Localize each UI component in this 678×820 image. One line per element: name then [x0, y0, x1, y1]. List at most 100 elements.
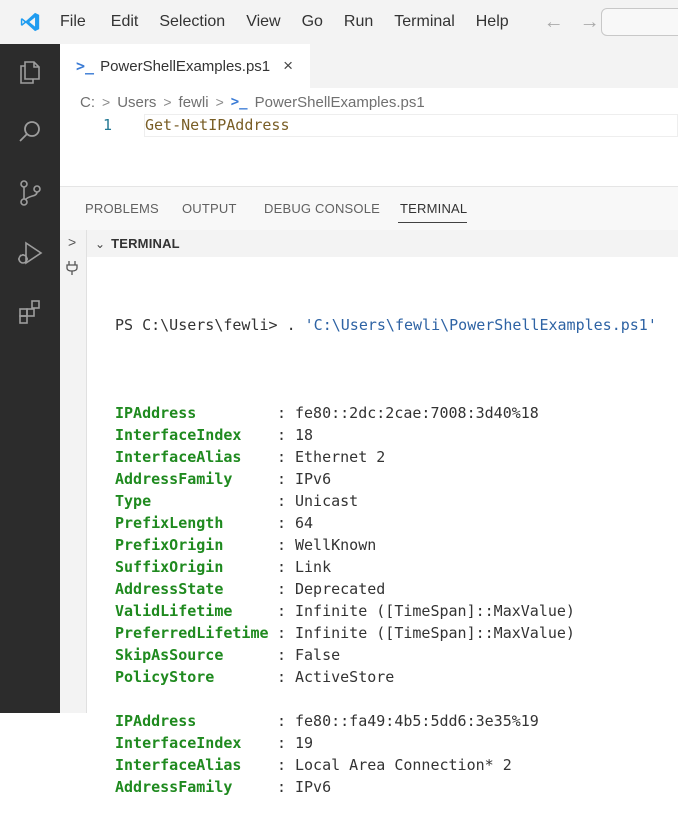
breadcrumb-item[interactable]: C: — [80, 94, 95, 111]
property-row: InterfaceIndex:18 — [115, 424, 657, 446]
property-separator: : — [277, 602, 287, 620]
property-name: PrefixOrigin — [115, 536, 224, 554]
property-name: IPAddress — [115, 712, 197, 730]
property-value: Local Area Connection* 2 — [295, 756, 512, 774]
ip-address-record: IPAddress: fe80::fa49:4b5:5dd6:3e35%19Int… — [115, 710, 657, 798]
property-separator: : — [277, 426, 287, 444]
chevron-right-icon: > — [215, 94, 224, 110]
menu-item-selection[interactable]: Selection — [159, 0, 225, 44]
property-name: SkipAsSource — [115, 646, 224, 664]
chevron-right-icon: > — [163, 94, 172, 110]
title-bar: File Edit Selection View Go Run Terminal Help ←… — [0, 0, 678, 44]
property-value: Link — [295, 558, 332, 576]
property-separator: : — [277, 492, 287, 510]
ip-address-record: IPAddress: fe80::2dc:2cae:7008:3d40%18 Int… — [115, 402, 657, 688]
property-separator: : — [277, 514, 287, 532]
terminal-command-path: 'C:\Users\fewli\PowerShellExamples.ps1' — [304, 316, 657, 334]
breadcrumb: C: > Users > fewli > >_ PowerShellExampl… — [80, 90, 425, 114]
property-name: InterfaceAlias — [115, 448, 242, 466]
property-row: PolicyStore: ActiveStore — [115, 666, 657, 688]
editor-tab-bar: >_ PowerShellExamples.ps1 × — [60, 44, 678, 88]
menu-item-file[interactable]: File — [60, 0, 86, 44]
tab-debug-console[interactable]: DEBUG CONSOLE — [264, 201, 380, 216]
property-name: InterfaceIndex — [115, 734, 242, 752]
property-row: PrefixLength:64 — [115, 512, 657, 534]
property-row: AddressFamily: IPv6 — [115, 468, 657, 490]
menu-item-run[interactable]: Run — [344, 0, 373, 44]
plug-icon[interactable] — [65, 260, 79, 281]
property-value: fe80::fa49:4b5:5dd6:3e35%19 — [295, 712, 539, 730]
terminal-output[interactable]: PS C:\Users\fewli> . 'C:\Users\fewli\Pow… — [115, 270, 657, 820]
line-code[interactable]: Get-NetIPAddress — [145, 116, 290, 134]
property-value: Deprecated — [295, 580, 386, 598]
arrow-right-icon[interactable]: → — [580, 0, 600, 44]
property-separator: : — [277, 712, 287, 730]
property-separator: : — [277, 778, 287, 796]
property-value: IPv6 — [295, 778, 332, 796]
property-row: AddressState: Deprecated — [115, 578, 657, 600]
menu-item-view[interactable]: View — [246, 0, 280, 44]
terminal-section-title: TERMINAL — [111, 236, 180, 251]
active-tab-indicator — [398, 222, 467, 223]
property-value: Unicast — [295, 492, 359, 510]
panel-tab-bar: PROBLEMS OUTPUT DEBUG CONSOLE TERMINAL — [60, 187, 678, 230]
powershell-file-icon: >_ — [230, 94, 248, 110]
property-value: WellKnown — [295, 536, 377, 554]
terminal-section-header[interactable]: ⌄ TERMINAL — [87, 230, 678, 257]
property-name: PrefixLength — [115, 514, 224, 532]
property-separator: : — [277, 646, 287, 664]
property-separator: : — [277, 536, 287, 554]
menu-item-go[interactable]: Go — [302, 0, 323, 44]
explorer-icon[interactable] — [14, 56, 46, 88]
breadcrumb-item[interactable]: Users — [117, 94, 156, 111]
panel-side-strip — [60, 230, 87, 713]
property-row: InterfaceIndex:19 — [115, 732, 657, 754]
property-separator: : — [277, 624, 287, 642]
property-value: 64 — [295, 514, 314, 532]
menu-item-edit[interactable]: Edit — [111, 0, 139, 44]
property-row: SuffixOrigin: Link — [115, 556, 657, 578]
property-name: PreferredLifetime — [115, 624, 269, 642]
chevron-right-icon: > — [102, 94, 111, 110]
source-control-icon[interactable] — [14, 177, 46, 209]
property-separator: : — [277, 580, 287, 598]
property-separator: : — [277, 404, 287, 422]
breadcrumb-item[interactable]: PowerShellExamples.ps1 — [255, 94, 425, 111]
editor-tab[interactable]: >_ PowerShellExamples.ps1 × — [60, 44, 310, 88]
tab-output[interactable]: OUTPUT — [182, 201, 237, 216]
property-row: InterfaceAlias: Ethernet 2 — [115, 446, 657, 468]
property-name: InterfaceIndex — [115, 426, 242, 444]
run-debug-icon[interactable] — [14, 237, 46, 269]
close-icon[interactable]: × — [283, 56, 293, 76]
property-value: 19 — [295, 734, 314, 752]
property-separator: : — [277, 448, 287, 466]
property-row: AddressFamily: IPv6 — [115, 776, 657, 798]
terminal-prompt-line: PS C:\Users\fewli> . 'C:\Users\fewli\Pow… — [115, 314, 657, 336]
menu-item-help[interactable]: Help — [476, 0, 509, 44]
menu-item-terminal[interactable]: Terminal — [394, 0, 454, 44]
chevron-down-icon: ⌄ — [95, 236, 106, 251]
property-row: SkipAsSource: False — [115, 644, 657, 666]
property-row: IPAddress: fe80::fa49:4b5:5dd6:3e35%19 — [115, 710, 657, 732]
property-name: AddressFamily — [115, 470, 233, 488]
property-value: 18 — [295, 426, 314, 444]
command-center-search[interactable] — [601, 8, 678, 36]
property-row: InterfaceAlias: Local Area Connection* 2 — [115, 754, 657, 776]
property-value: Infinite ([TimeSpan]::MaxValue) — [295, 602, 575, 620]
tab-terminal[interactable]: TERMINAL — [400, 201, 467, 216]
line-number: 1 — [103, 116, 113, 134]
editor-tab-label: PowerShellExamples.ps1 — [100, 57, 271, 75]
property-row: PrefixOrigin: WellKnown — [115, 534, 657, 556]
terminal-command-dot: . — [286, 316, 305, 334]
extensions-icon[interactable] — [14, 296, 46, 328]
chevron-right-icon[interactable]: > — [68, 234, 76, 250]
property-name: InterfaceAlias — [115, 756, 242, 774]
property-row: Type: Unicast — [115, 490, 657, 512]
property-row: PreferredLifetime: Infinite ([TimeSpan]::… — [115, 622, 657, 644]
tab-problems[interactable]: PROBLEMS — [85, 201, 159, 216]
search-icon[interactable] — [14, 116, 46, 148]
breadcrumb-item[interactable]: fewli — [179, 94, 209, 111]
arrow-left-icon[interactable]: ← — [544, 0, 564, 44]
code-line[interactable]: 1 Get-NetIPAddress — [60, 114, 678, 139]
menu-bar: File Edit Selection View Go Run Terminal Help — [60, 0, 530, 44]
